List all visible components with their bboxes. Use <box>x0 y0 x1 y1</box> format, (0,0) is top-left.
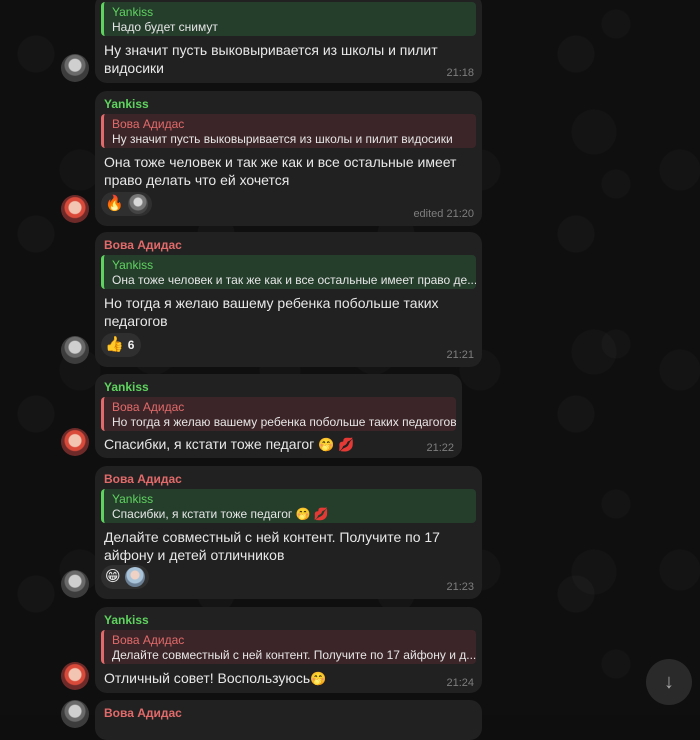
avatar[interactable] <box>61 428 89 456</box>
message-bubble[interactable]: Yankiss Вова Адидас Но тогда я желаю ваш… <box>95 374 462 458</box>
reply-sender: Yankiss <box>112 258 154 272</box>
sender-name[interactable]: Вова Адидас <box>104 472 182 486</box>
avatar[interactable] <box>61 336 89 364</box>
reaction-chip[interactable]: 👍 6 <box>101 333 142 357</box>
message-bubble[interactable]: Вова Адидас Yankiss Она тоже человек и т… <box>95 232 482 367</box>
reply-sender: Вова Адидас <box>112 117 185 131</box>
message-bubble[interactable]: Yankiss Надо будет снимут Ну значит пуст… <box>95 0 482 83</box>
fire-emoji: 🔥 <box>105 195 124 212</box>
message-time: 21:24 <box>446 677 474 689</box>
avatar[interactable] <box>61 54 89 82</box>
message-time: 21:21 <box>446 349 474 361</box>
reply-text: Спасибки, я кстати тоже педагог 🤭 💋 <box>112 507 476 522</box>
message-time: 21:23 <box>446 581 474 593</box>
sender-name[interactable]: Yankiss <box>104 380 149 394</box>
message-bubble[interactable]: Вова Адидас Yankiss Спасибки, я кстати т… <box>95 466 482 599</box>
reply-quote[interactable]: Yankiss Надо будет снимут <box>101 2 476 36</box>
message-text-body: Отличный совет! Воспользуюсь <box>104 670 311 686</box>
reactor-avatar <box>124 567 145 587</box>
message-text: Она тоже человек и так же как и все оста… <box>104 154 457 188</box>
avatar[interactable] <box>61 662 89 690</box>
scroll-down-button[interactable]: ↓ <box>646 659 692 705</box>
message-bubble[interactable]: Yankiss Вова Адидас Делайте совместный с… <box>95 607 482 693</box>
reply-sender: Yankiss <box>112 5 154 19</box>
reply-text: Она тоже человек и так же как и все оста… <box>112 273 476 287</box>
avatar[interactable] <box>61 700 89 728</box>
reply-quote[interactable]: Yankiss Спасибки, я кстати тоже педагог … <box>101 489 476 523</box>
reaction-chip[interactable]: 🔥 <box>101 192 152 216</box>
message-text-body: Спасибки, я кстати тоже педагог <box>104 436 315 452</box>
reply-text: Ну значит пусть выковыривается из школы … <box>112 132 453 146</box>
avatar[interactable] <box>61 570 89 598</box>
flag-stripe <box>101 2 104 36</box>
sender-name[interactable]: Вова Адидас <box>104 706 182 720</box>
reply-emoji: 🤭 💋 <box>295 507 329 521</box>
reaction-chip[interactable]: 😁 <box>101 565 149 589</box>
message-text: Спасибки, я кстати тоже педагог 🤭 💋 <box>104 435 404 454</box>
reply-sender: Вова Адидас <box>112 400 185 414</box>
message-bubble[interactable]: Вова Адидас <box>95 700 482 740</box>
sender-name[interactable]: Вова Адидас <box>104 238 182 252</box>
flag-stripe <box>101 255 104 289</box>
reactor-avatar <box>127 194 148 214</box>
reply-quote[interactable]: Вова Адидас Но тогда я желаю вашему ребе… <box>101 397 456 431</box>
message-time: 21:22 <box>426 442 454 454</box>
reaction-count: 6 <box>127 338 135 352</box>
message-text: Но тогда я желаю вашему ребенка побольше… <box>104 295 439 329</box>
inline-emoji: 🤭 <box>310 671 327 686</box>
message-time: edited 21:20 <box>413 208 474 220</box>
reply-quote[interactable]: Yankiss Она тоже человек и так же как и … <box>101 255 476 289</box>
thumbs-up-emoji: 👍 <box>105 336 124 353</box>
reply-text-body: Спасибки, я кстати тоже педагог <box>112 507 293 521</box>
reply-text: Но тогда я желаю вашему ребенка побольше… <box>112 415 456 429</box>
sender-name[interactable]: Yankiss <box>104 613 149 627</box>
inline-emoji: 🤭 💋 <box>318 437 355 452</box>
reply-sender: Yankiss <box>112 492 154 506</box>
reply-sender: Вова Адидас <box>112 633 185 647</box>
message-bubble[interactable]: Yankiss Вова Адидас Ну значит пусть выко… <box>95 91 482 226</box>
message-text: Делайте совместный с ней контент. Получи… <box>104 529 440 563</box>
reply-quote[interactable]: Вова Адидас Ну значит пусть выковыривает… <box>101 114 476 148</box>
avatar[interactable] <box>61 195 89 223</box>
sender-name[interactable]: Yankiss <box>104 97 149 111</box>
message-text: Отличный совет! Воспользуюсь🤭 <box>104 669 404 688</box>
flag-stripe <box>101 489 104 523</box>
message-text: Ну значит пусть выковыривается из школы … <box>104 42 438 76</box>
reply-text: Делайте совместный с ней контент. Получи… <box>112 648 476 662</box>
grin-emoji: 😁 <box>105 568 121 585</box>
message-time: 21:18 <box>446 67 474 79</box>
chevron-down-icon: ↓ <box>664 670 674 693</box>
reply-quote[interactable]: Вова Адидас Делайте совместный с ней кон… <box>101 630 476 664</box>
reply-text: Надо будет снимут <box>112 20 218 34</box>
